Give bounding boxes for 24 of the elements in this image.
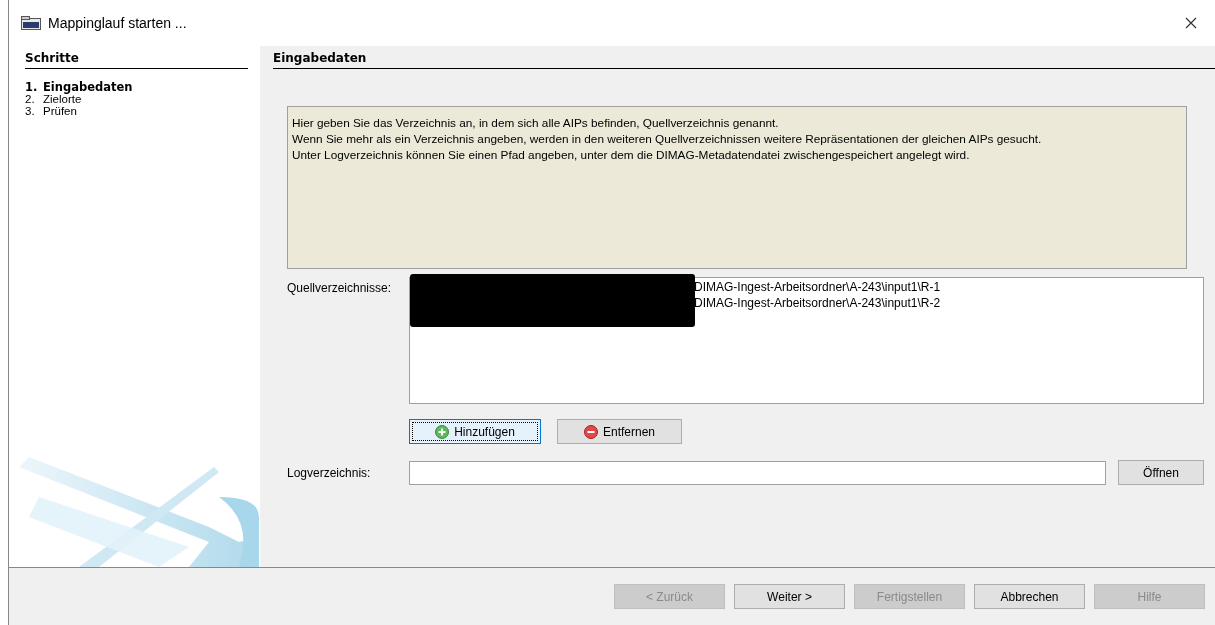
- add-button[interactable]: Hinzufügen: [409, 419, 541, 444]
- app-icon: [21, 16, 41, 30]
- open-button[interactable]: Öffnen: [1118, 460, 1204, 485]
- close-icon[interactable]: [1185, 17, 1197, 29]
- list-item[interactable]: DIMAG-Ingest-Arbeitsordner\A-243\input1\R-2: [694, 295, 1203, 311]
- step-item[interactable]: 2. Zielorte: [25, 93, 260, 105]
- footer-button[interactable]: Weiter >: [734, 584, 845, 609]
- plus-icon: [435, 424, 450, 439]
- info-text: Hier geben Sie das Verzeichnis an, in dem sich alle AIPs befinden, Quellverzeichnis genannt.: [292, 115, 780, 131]
- footer-button[interactable]: Abbrechen: [974, 584, 1085, 609]
- field-label: Logverzeichnis:: [287, 465, 372, 480]
- window-title: Mappinglauf starten ...: [48, 15, 187, 31]
- list-box[interactable]: DIMAG-Ingest-Arbeitsordner\A-243\input1\R-1 DIMAG-Ingest-Arbeitsordner\A-243\input1\R-2: [409, 277, 1204, 404]
- info-text: Wenn Sie mehr als ein Verzeichnis angeben, werden in den weiteren Quellverzeichnissen weitere Repräsentationen der gleichen AIPs gesucht.: [292, 131, 1043, 147]
- minus-icon: [583, 424, 598, 439]
- page-heading: Eingabedaten: [273, 51, 1215, 69]
- info-text: Unter Logverzeichnis können Sie einen Pfad angeben, unter dem die DIMAG-Metadatendatei zwischengespeichert angelegt wird.: [292, 147, 971, 163]
- sidebar-heading: Schritte: [25, 51, 248, 69]
- input-field[interactable]: [409, 460, 1106, 485]
- step-item[interactable]: 1. Eingabedaten: [25, 81, 260, 93]
- list-item[interactable]: DIMAG-Ingest-Arbeitsordner\A-243\input1\R-1: [694, 279, 1203, 295]
- step-item[interactable]: 3. Prüfen: [25, 105, 260, 117]
- remove-button[interactable]: Entfernen: [557, 419, 682, 444]
- field-label: Quellverzeichnisse:: [287, 280, 393, 297]
